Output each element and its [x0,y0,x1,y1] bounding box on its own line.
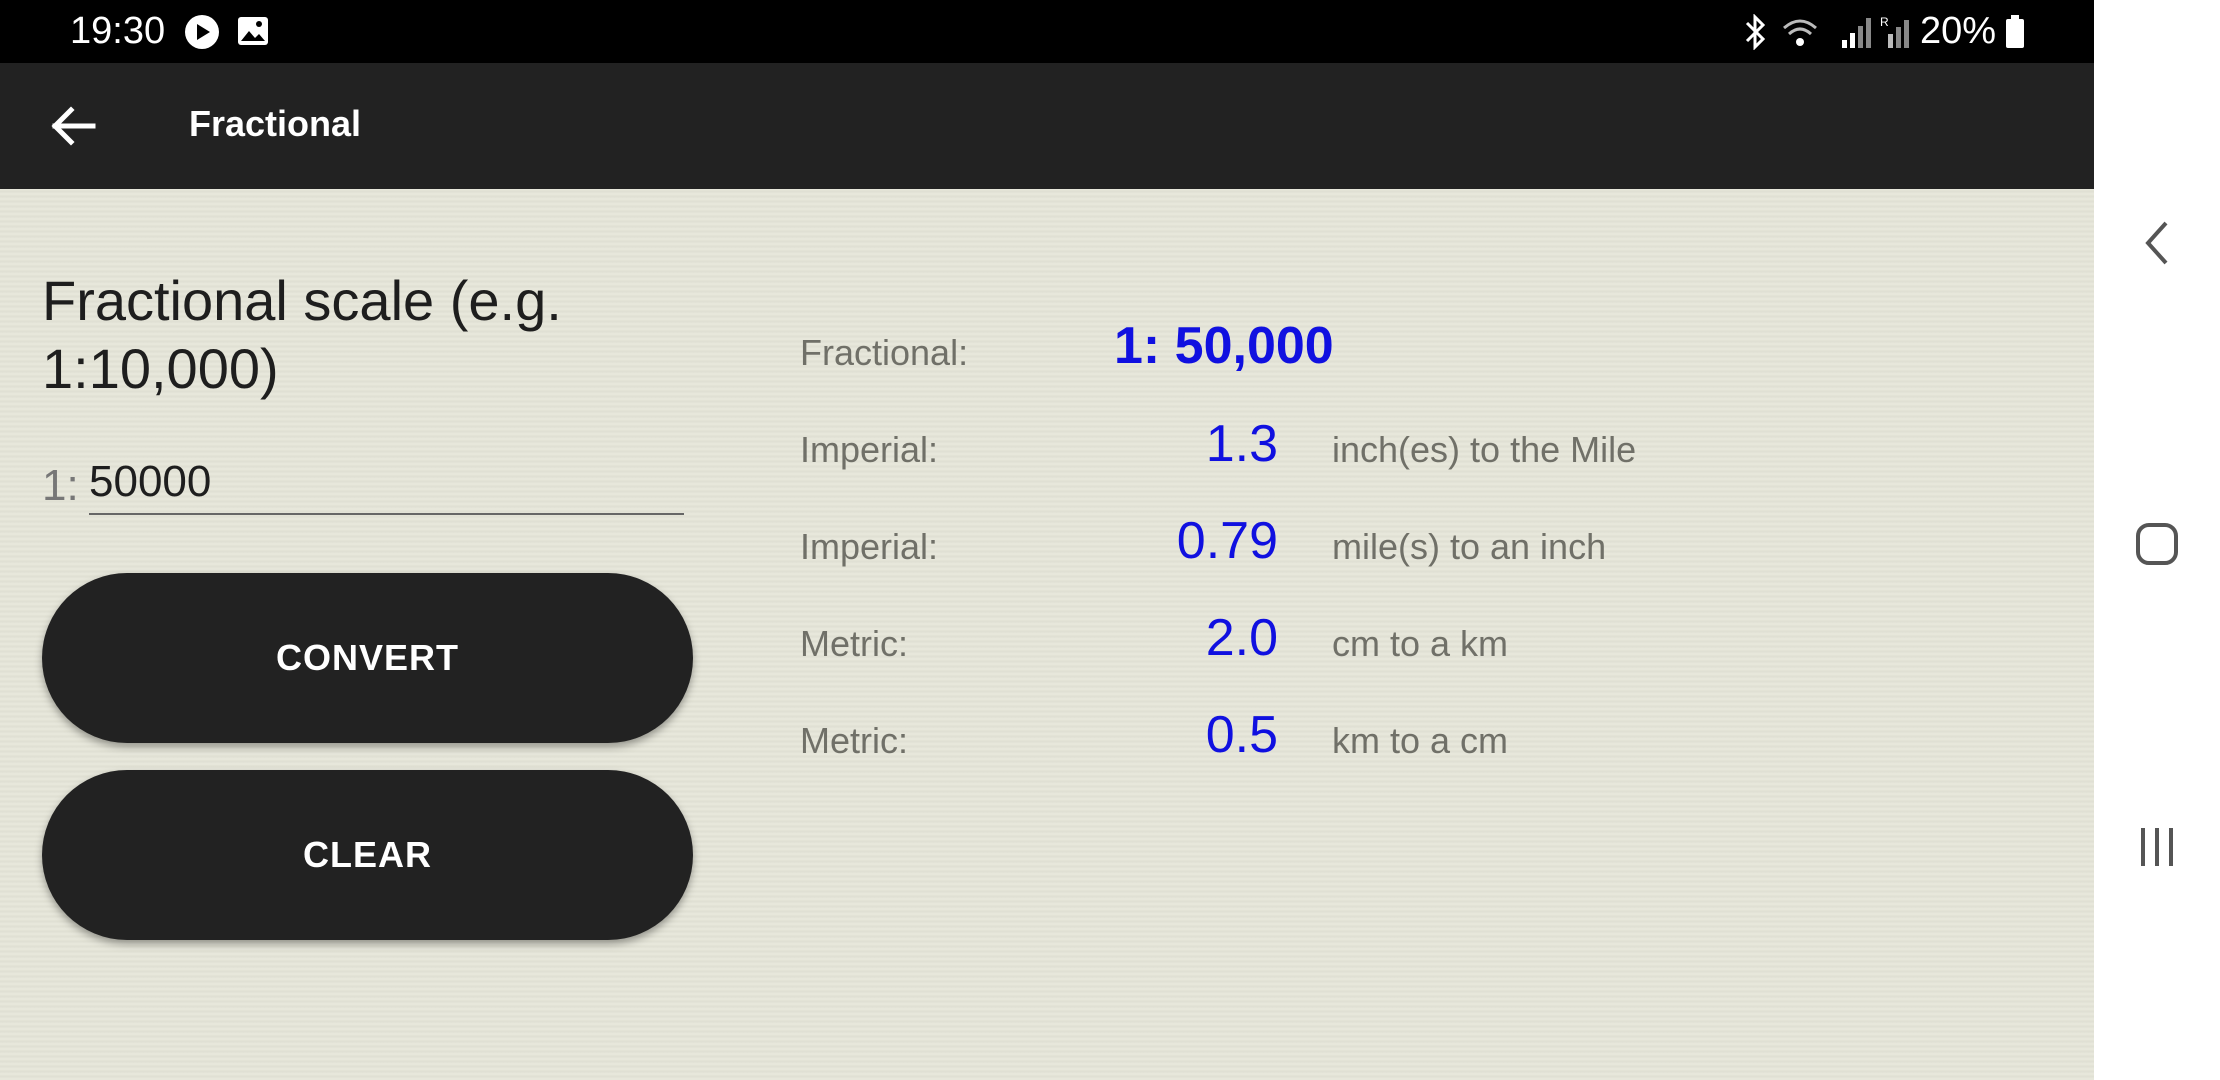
result-label: Imperial: [800,526,939,567]
result-label: Metric: [800,623,908,664]
scale-input[interactable] [89,451,684,515]
system-nav-bar [2094,0,2220,1080]
nav-recents-icon [2141,828,2173,866]
signal-icon [1840,14,1876,54]
result-unit: km to a cm [1332,720,1509,761]
scale-prompt: Fractional scale (e.g. 1:10,000) [42,269,562,400]
battery-icon [2004,14,2026,54]
result-unit: mile(s) to an inch [1332,526,1607,567]
status-bar: 19:30 R 20% [0,0,2094,63]
fractional-label: Fractional: [800,332,969,373]
nav-back-button[interactable] [2094,180,2220,306]
nav-back-icon [2145,221,2168,265]
result-value: 1.3 [1205,415,1278,473]
signal-roaming-icon: R [1880,14,1916,54]
result-unit: inch(es) to the Mile [1332,429,1637,470]
result-label: Metric: [800,720,908,761]
result-value: 0.79 [1176,512,1278,570]
status-time: 19:30 [70,10,166,52]
wifi-icon [1780,14,1820,54]
result-value: 2.0 [1205,609,1278,667]
result-unit: cm to a km [1332,623,1509,664]
bluetooth-icon [1738,13,1772,54]
scale-prefix: 1: [42,461,79,510]
arrow-left-icon [51,106,96,146]
app-bar: Fractional [0,63,2094,189]
result-value: 0.5 [1205,706,1278,764]
convert-button[interactable]: CONVERT [42,573,693,743]
fractional-value: 1: 50,000 [1114,317,1334,375]
image-icon [236,14,270,52]
back-button[interactable] [30,88,116,164]
app-window: 19:30 R 20% Fractional Fractional scale … [0,0,2094,1080]
page-title: Fractional [189,103,362,144]
play-icon [184,14,220,54]
battery-percent: 20% [1920,10,1997,52]
converter-panel: Fractional scale (e.g. 1:10,000) 1: CONV… [0,189,2094,1080]
nav-home-button[interactable] [2094,481,2220,607]
svg-text:R: R [1880,15,1889,29]
nav-home-icon [2136,523,2178,565]
nav-recents-button[interactable] [2094,784,2220,910]
clear-button[interactable]: CLEAR [42,770,693,940]
result-label: Imperial: [800,429,939,470]
